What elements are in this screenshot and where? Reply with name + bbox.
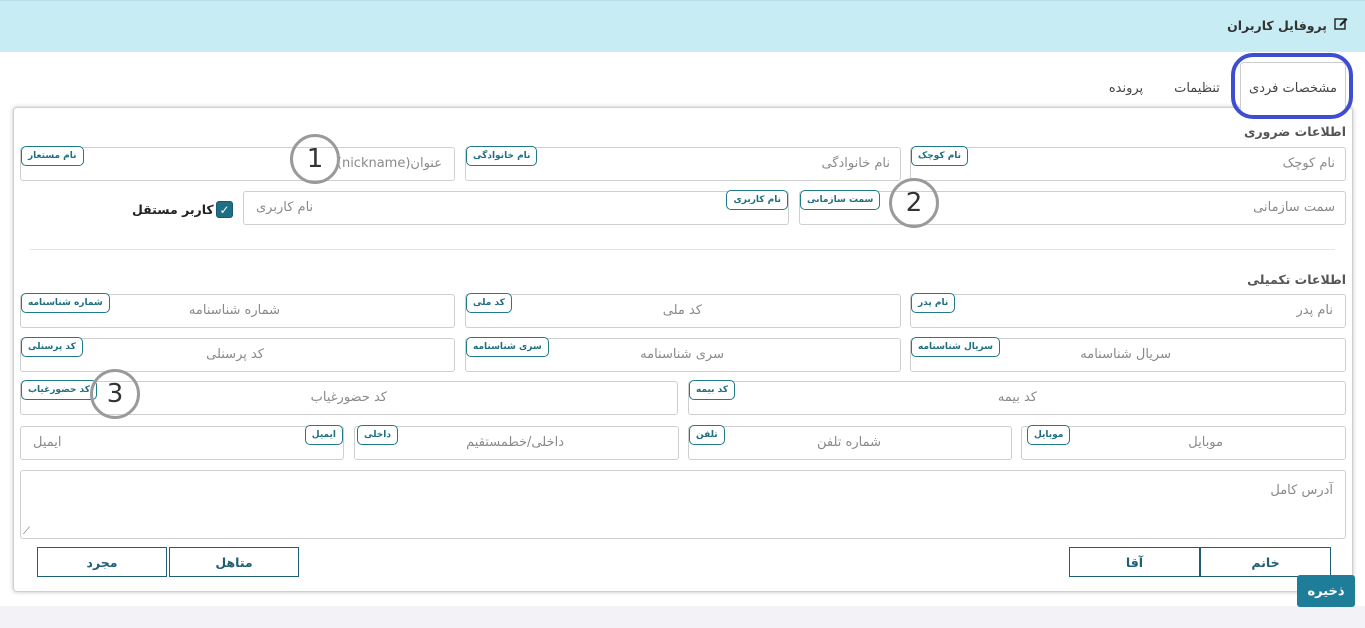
personnel-code-badge: کد پرسنلی (21, 337, 83, 357)
insurance-code-field[interactable]: کد بیمه کد بیمه (688, 380, 1346, 415)
section-required-title: اطلاعات ضروری (1244, 124, 1346, 139)
insurance-code-placeholder: کد بیمه (997, 390, 1037, 405)
last-name-field[interactable]: نام خانوادگی نام خانوادگی (465, 146, 901, 181)
national-code-field[interactable]: کد ملی کد ملی (465, 293, 901, 328)
tab-settings[interactable]: تنظیمات (1162, 70, 1232, 106)
id-series-field[interactable]: سری شناسنامه سری شناسنامه (465, 337, 901, 372)
id-number-badge: شماره شناسنامه (21, 293, 110, 313)
username-badge: نام کاربری (726, 190, 788, 210)
extension-field[interactable]: داخلی داخلی/خطمستقیم (354, 425, 679, 460)
nickname-placeholder: عنوان(nickname) (336, 156, 442, 171)
father-name-badge: نام پدر (911, 293, 956, 313)
section-extra-title: اطلاعات تکمیلی (1247, 272, 1346, 287)
female-button[interactable]: خانم (1200, 547, 1331, 577)
id-serial-badge: سریال شناسنامه (911, 337, 1000, 357)
mobile-badge: موبایل (1027, 425, 1071, 445)
attendance-code-placeholder: کد حضورغیاب (310, 390, 387, 405)
org-position-badge: سمت سازمانی (800, 190, 881, 210)
first-name-badge: نام کوچک (911, 146, 969, 166)
resize-handle-icon[interactable]: ⟋ (23, 526, 30, 537)
id-number-field[interactable]: شماره شناسنامه شماره شناسنامه (20, 293, 455, 328)
mobile-field[interactable]: موبایل موبایل (1021, 425, 1346, 460)
nickname-badge: نام مستعار (21, 146, 84, 166)
id-series-badge: سری شناسنامه (466, 337, 549, 357)
national-code-placeholder: کد ملی (662, 303, 702, 318)
attendance-code-badge: کد حضورغیاب (21, 380, 97, 400)
last-name-placeholder: نام خانوادگی (821, 156, 890, 171)
username-field[interactable]: نام کاربری نام کاربری (243, 190, 789, 225)
extension-placeholder: داخلی/خطمستقیم (466, 435, 564, 450)
save-button[interactable]: ذخیره (1297, 575, 1355, 607)
id-number-placeholder: شماره شناسنامه (188, 303, 280, 318)
annotation-marker-2: 2 (889, 178, 939, 228)
phone-field[interactable]: تلفن شماره تلفن (688, 425, 1012, 460)
personnel-code-field[interactable]: کد پرسنلی کد پرسنلی (20, 337, 455, 372)
nickname-field[interactable]: نام مستعار عنوان(nickname) (20, 146, 455, 181)
id-series-placeholder: سری شناسنامه (640, 347, 724, 362)
independent-user-label: کاربر مستقل (132, 202, 214, 217)
page-title: پروفایل کاربران (1227, 18, 1327, 33)
org-position-placeholder: سمت سازمانی (1253, 200, 1335, 215)
married-button[interactable]: متاهل (169, 547, 299, 577)
page-header: پروفایل کاربران (0, 0, 1365, 52)
first-name-field[interactable]: نام کوچک نام کوچک (910, 146, 1346, 181)
email-placeholder: ایمیل (33, 435, 62, 450)
org-position-field[interactable]: سمت سازمانی سمت سازمانی (799, 190, 1346, 225)
id-serial-field[interactable]: سریال شناسنامه سریال شناسنامه (910, 337, 1346, 372)
email-badge: ایمیل (304, 425, 343, 445)
personnel-code-placeholder: کد پرسنلی (206, 347, 264, 362)
tab-personal-info[interactable]: مشخصات فردی (1240, 62, 1346, 114)
email-field[interactable]: ایمیل ایمیل (20, 425, 344, 460)
extension-badge: داخلی (357, 425, 398, 445)
insurance-code-badge: کد بیمه (689, 380, 736, 400)
tab-file[interactable]: پرونده (1096, 70, 1156, 106)
first-name-placeholder: نام کوچک (1282, 156, 1335, 171)
mobile-placeholder: موبایل (1188, 435, 1223, 450)
father-name-placeholder: نام پدر (1296, 303, 1333, 318)
username-placeholder: نام کاربری (256, 200, 314, 215)
edit-icon (1333, 15, 1349, 31)
phone-placeholder: شماره تلفن (817, 435, 881, 450)
address-textarea[interactable]: آدرس کامل ⟋ (20, 470, 1346, 539)
id-serial-placeholder: سریال شناسنامه (1080, 347, 1171, 362)
national-code-badge: کد ملی (466, 293, 512, 313)
annotation-marker-3: 3 (90, 369, 140, 419)
independent-user-checkbox[interactable]: ✓ (216, 201, 233, 218)
male-button[interactable]: آقا (1069, 547, 1200, 577)
address-placeholder: آدرس کامل (1270, 483, 1333, 498)
phone-badge: تلفن (689, 425, 725, 445)
bottom-strip (0, 606, 1365, 628)
single-button[interactable]: مجرد (37, 547, 167, 577)
section-divider (30, 249, 1335, 250)
annotation-marker-1: 1 (290, 134, 340, 184)
last-name-badge: نام خانوادگی (466, 146, 538, 166)
father-name-field[interactable]: نام پدر نام پدر (910, 293, 1346, 328)
